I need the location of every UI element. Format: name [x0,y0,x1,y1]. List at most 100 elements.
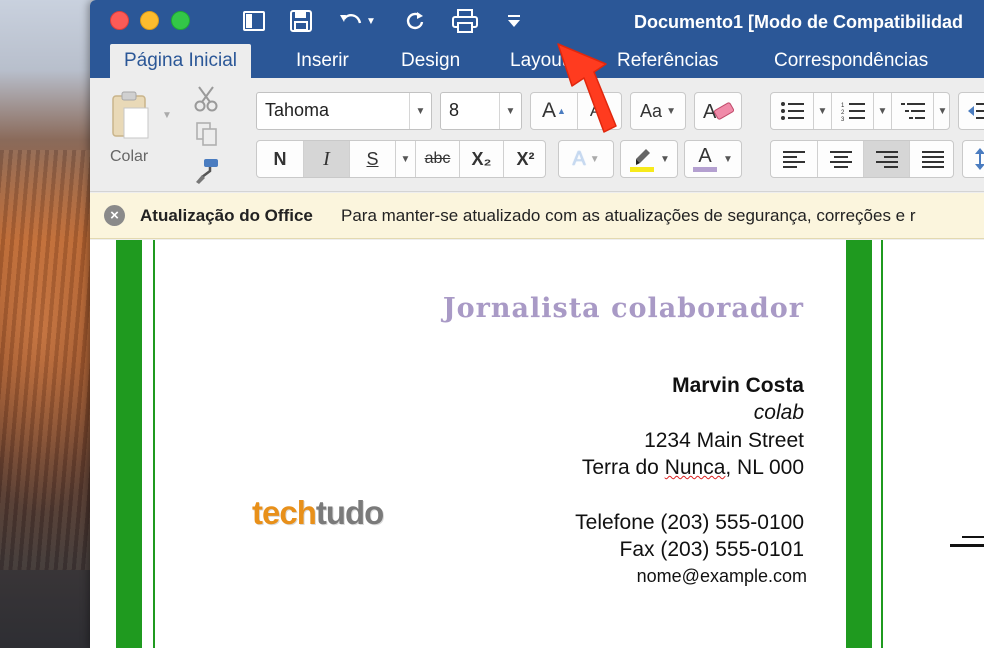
spelling-error-word[interactable]: Nunca [665,456,726,479]
notification-title: Atualização do Office [140,206,313,225]
align-left-button[interactable] [771,141,817,177]
close-window-button[interactable] [110,11,129,30]
align-right-icon [875,151,898,168]
contact-street[interactable]: 1234 Main Street [644,429,804,453]
ribbon-toolbar: ▼ Colar Tahoma ▼ 8 ▼ A ▲ A ▼ [90,78,984,192]
multilevel-list-button[interactable] [891,93,933,129]
superscript-label: X² [516,148,535,169]
word-window: ▼ Documento1 [Modo de Compatibilidad Pág… [90,0,984,648]
grow-font-label: A [542,99,557,122]
bold-label: N [273,148,287,169]
paste-icon [112,91,149,139]
font-name-combo[interactable]: Tahoma ▼ [256,92,432,130]
contact-phone[interactable]: Telefone (203) 555-0100 [575,511,804,535]
paste-button[interactable] [110,90,158,142]
ribbon-tabs: Página Inicial Inserir Design Layout Ref… [90,44,984,78]
copy-icon[interactable] [196,122,218,151]
align-center-icon [829,151,852,168]
contact-name[interactable]: Marvin Costa [672,374,804,398]
card-heading[interactable]: Jornalista colaborador [443,293,804,324]
page-border-inner-right [881,240,883,648]
highlighter-icon [630,149,655,172]
dismiss-notification-icon[interactable]: × [104,205,125,226]
text-style-buttons: N I S ▼ abc X₂ X² [256,140,546,178]
font-color-dropdown-icon[interactable]: ▼ [723,154,733,165]
line-spacing-button[interactable] [962,140,984,178]
subscript-label: X₂ [471,148,492,169]
page-border-left [116,240,142,648]
align-left-icon [783,151,805,168]
font-color-button[interactable]: A ▼ [684,140,742,178]
contact-city[interactable]: Terra do Nunca, NL 000 [582,456,804,480]
text-effects-dropdown-icon[interactable]: ▼ [590,154,600,165]
undo-dropdown-icon[interactable]: ▼ [366,16,376,27]
minimize-window-button[interactable] [140,11,159,30]
numbering-button[interactable]: 123 [831,93,873,129]
align-center-button[interactable] [817,141,863,177]
text-effects-label: A [572,147,586,170]
strikethrough-button[interactable]: abc [415,141,459,177]
bold-button[interactable]: N [257,141,303,177]
paste-dropdown-icon[interactable]: ▼ [162,110,172,121]
bullets-dropdown-icon[interactable]: ▼ [813,93,831,129]
alignment-buttons [770,140,954,178]
customize-toolbar-icon[interactable] [504,8,524,34]
text-effects-button[interactable]: A ▼ [558,140,614,178]
redo-icon[interactable] [402,8,428,34]
title-bar: ▼ Documento1 [Modo de Compatibilidad [90,0,984,44]
italic-button[interactable]: I [303,141,349,177]
superscript-button[interactable]: X² [503,141,547,177]
contact-email[interactable]: nome@example.com [637,566,807,587]
clear-formatting-button[interactable]: A [694,92,742,130]
change-case-button[interactable]: Aa ▼ [630,92,686,130]
change-case-dropdown-icon[interactable]: ▼ [666,106,676,117]
justify-button[interactable] [909,141,955,177]
decrease-indent-icon [968,103,984,119]
svg-text:2: 2 [841,110,845,116]
highlight-dropdown-icon[interactable]: ▼ [660,154,670,165]
tab-pagina-inicial[interactable]: Página Inicial [110,44,252,78]
city-suffix: , NL 000 [725,456,804,479]
font-size-dropdown-icon[interactable]: ▼ [499,93,521,129]
maximize-window-button[interactable] [171,11,190,30]
annotation-arrow-icon [557,43,617,133]
clear-formatting-icon: A [703,101,735,123]
tab-design[interactable]: Design [387,44,474,78]
line-spacing-icon [975,148,984,170]
tab-referencias[interactable]: Referências [603,44,732,78]
underline-button[interactable]: S [349,141,395,177]
paste-label: Colar [110,148,149,165]
multilevel-list-dropdown-icon[interactable]: ▼ [933,93,951,129]
office-update-notification: × Atualização do Office Para manter-se a… [90,193,984,239]
contact-role[interactable]: colab [754,401,804,425]
highlight-button[interactable]: ▼ [620,140,678,178]
undo-icon[interactable]: ▼ [334,8,380,34]
font-size-combo[interactable]: 8 ▼ [440,92,522,130]
align-right-button[interactable] [863,141,909,177]
font-color-icon: A [693,146,718,172]
font-name-value: Tahoma [265,100,330,120]
notification-message: Para manter-se atualizado com as atualiz… [341,206,916,225]
underline-dropdown-icon[interactable]: ▼ [395,141,415,177]
print-icon[interactable] [450,8,480,34]
format-painter-icon[interactable] [194,158,220,189]
bullets-button[interactable] [771,93,813,129]
cut-icon[interactable] [194,86,218,117]
subscript-button[interactable]: X₂ [459,141,503,177]
save-icon[interactable] [287,8,315,34]
svg-text:3: 3 [841,117,845,121]
sidebar-toggle-icon[interactable] [240,8,268,34]
numbering-dropdown-icon[interactable]: ▼ [873,93,891,129]
strikethrough-label: abc [424,150,451,167]
underline-label: S [366,148,379,169]
tab-inserir[interactable]: Inserir [282,44,363,78]
contact-fax[interactable]: Fax (203) 555-0101 [620,538,804,562]
change-case-label: Aa [640,100,663,121]
tab-correspondencias[interactable]: Correspondências [760,44,942,78]
justify-icon [921,151,944,168]
decrease-indent-button[interactable] [958,92,984,130]
font-name-dropdown-icon[interactable]: ▼ [409,93,431,129]
page-border-right [846,240,872,648]
document-canvas[interactable]: Jornalista colaborador Marvin Costa cola… [90,240,984,648]
font-size-value: 8 [449,100,460,120]
